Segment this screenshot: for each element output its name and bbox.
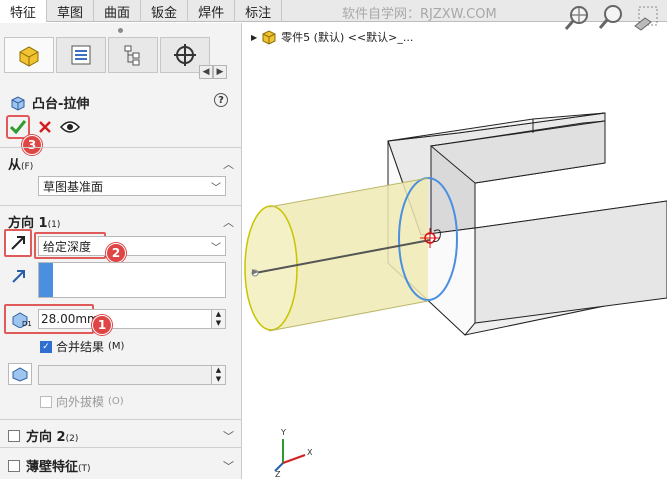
feature-manager-tab[interactable] bbox=[4, 37, 54, 73]
triad-z-label: Z bbox=[275, 470, 281, 479]
end-condition-value: 给定深度 bbox=[43, 239, 92, 254]
step-badge-2: 2 bbox=[106, 243, 126, 263]
depth-input[interactable]: 28.00mm ▲ ▼ bbox=[38, 309, 226, 329]
expand-icon[interactable]: ﹀ bbox=[223, 458, 234, 474]
graphics-area[interactable]: ▶ 零件5 (默认) <<默认>_... Y X Z bbox=[243, 23, 667, 479]
tab-features[interactable]: 特征 bbox=[0, 0, 48, 22]
tab-sheet-metal[interactable]: 钣金 bbox=[141, 0, 189, 22]
divider bbox=[0, 419, 241, 420]
triad-x-label: X bbox=[307, 448, 313, 457]
tab-dimension[interactable]: 标注 bbox=[235, 0, 283, 22]
scroll-left-icon[interactable]: ◀ bbox=[199, 65, 213, 79]
thin-feature-header-label: 薄壁特征 bbox=[26, 460, 79, 475]
help-icon[interactable]: ? bbox=[214, 93, 228, 107]
property-manager-tab[interactable] bbox=[56, 37, 106, 73]
divider bbox=[0, 447, 241, 448]
direction2-shortcut: (2) bbox=[65, 434, 79, 444]
triad-y-label: Y bbox=[280, 428, 286, 437]
merge-result-label: 合并结果 bbox=[56, 340, 105, 354]
model-view[interactable]: Y X Z bbox=[243, 23, 667, 479]
boss-extrude-icon bbox=[11, 95, 25, 111]
from-header-label: 从 bbox=[8, 158, 22, 173]
tab-surfaces[interactable]: 曲面 bbox=[94, 0, 142, 22]
crosshair-icon bbox=[174, 44, 196, 66]
configuration-icon bbox=[124, 45, 140, 66]
merge-result-option[interactable]: ✓ 合并结果 (M) bbox=[40, 338, 124, 355]
preview-eye-icon[interactable] bbox=[60, 120, 80, 134]
selection-highlight bbox=[39, 263, 53, 297]
merge-shortcut: (M) bbox=[108, 341, 125, 352]
u-block-body[interactable] bbox=[387, 112, 667, 336]
step-badge-3: 3 bbox=[22, 135, 42, 155]
feature-title: 凸台-拉伸 bbox=[10, 93, 89, 112]
chevron-down-icon: ﹀ bbox=[211, 182, 221, 194]
direction1-section-header[interactable]: 方向 1(1) ︿ bbox=[8, 212, 234, 232]
watermark: 软件自学网：RJZXW.COM bbox=[342, 7, 497, 22]
from-section-header[interactable]: 从(F) ︿ bbox=[8, 154, 234, 174]
svg-text:D1: D1 bbox=[22, 320, 32, 328]
configuration-manager-tab[interactable] bbox=[108, 37, 158, 73]
thin-feature-section-header[interactable]: 薄壁特征(T) ﹀ bbox=[8, 456, 234, 475]
tab-weldments[interactable]: 焊件 bbox=[188, 0, 236, 22]
divider bbox=[0, 147, 241, 148]
draft-angle-spinner[interactable]: ▲ ▼ bbox=[211, 366, 225, 384]
depth-icon: D1 bbox=[12, 312, 32, 328]
depth-value: 28.00mm bbox=[41, 312, 99, 326]
direction1-shortcut: (1) bbox=[47, 220, 61, 230]
action-buttons bbox=[6, 115, 80, 139]
direction-vector-selection[interactable] bbox=[38, 262, 226, 298]
direction2-header-label: 方向 2 bbox=[26, 430, 66, 445]
draft-toggle-button[interactable] bbox=[8, 363, 32, 385]
part-icon bbox=[19, 46, 39, 67]
end-condition-select[interactable]: 给定深度 ﹀ bbox=[38, 236, 226, 256]
feature-title-text: 凸台-拉伸 bbox=[32, 97, 90, 112]
from-start-value: 草图基准面 bbox=[43, 179, 104, 194]
property-list-icon bbox=[71, 45, 91, 65]
chevron-down-icon: ﹀ bbox=[211, 242, 221, 254]
manager-tab-scroll: ◀ ▶ bbox=[199, 65, 227, 79]
direction2-checkbox[interactable] bbox=[8, 429, 20, 442]
reverse-direction-icon bbox=[11, 236, 25, 250]
draft-outward-option[interactable]: 向外拔模 (O) bbox=[40, 393, 124, 410]
reference-triad: Y X Z bbox=[274, 428, 313, 479]
thin-feature-shortcut: (T) bbox=[78, 464, 91, 474]
cancel-icon[interactable] bbox=[38, 120, 52, 134]
divider bbox=[0, 205, 241, 206]
draft-outward-checkbox[interactable] bbox=[40, 395, 52, 408]
direction-vector-icon bbox=[12, 270, 25, 283]
collapse-icon[interactable]: ︿ bbox=[223, 156, 234, 172]
property-manager: ◀ ▶ 凸台-拉伸 ? 3 从(F) ︿ 草图基准面 ﹀ 方向 1(1) ︿ 给… bbox=[0, 23, 242, 479]
draft-outward-shortcut: (O) bbox=[108, 396, 124, 407]
from-shortcut: (F) bbox=[21, 162, 34, 172]
scroll-right-icon[interactable]: ▶ bbox=[213, 65, 227, 79]
draft-icon bbox=[12, 367, 28, 382]
merge-result-checkbox[interactable]: ✓ bbox=[40, 340, 52, 353]
draft-angle-input[interactable]: ▲ ▼ bbox=[38, 365, 226, 385]
thin-feature-checkbox[interactable] bbox=[8, 459, 20, 472]
step-badge-1: 1 bbox=[92, 315, 112, 335]
depth-spinner[interactable]: ▲ ▼ bbox=[211, 310, 225, 328]
reverse-direction-button[interactable] bbox=[4, 229, 32, 257]
panel-grip[interactable] bbox=[0, 23, 241, 37]
checkmark-icon bbox=[10, 120, 26, 134]
draft-outward-label: 向外拔模 bbox=[56, 395, 105, 409]
tab-sketch[interactable]: 草图 bbox=[47, 0, 95, 22]
collapse-icon[interactable]: ︿ bbox=[223, 214, 234, 230]
from-start-select[interactable]: 草图基准面 ﹀ bbox=[38, 176, 226, 196]
expand-icon[interactable]: ﹀ bbox=[223, 428, 234, 444]
direction2-section-header[interactable]: 方向 2(2) ﹀ bbox=[8, 426, 234, 445]
